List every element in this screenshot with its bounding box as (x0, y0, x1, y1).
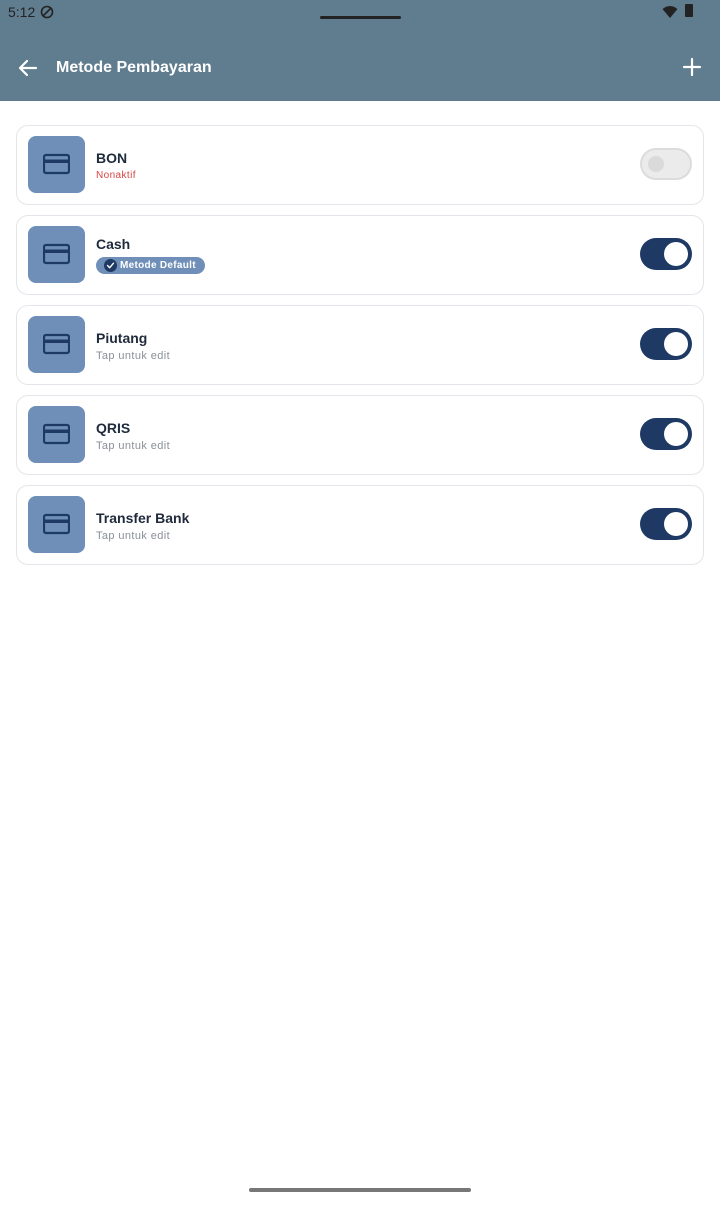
edit-hint: Tap untuk edit (96, 350, 171, 362)
enable-toggle[interactable] (640, 418, 692, 450)
do-not-disturb-icon (40, 5, 54, 19)
status-text: Nonaktif (96, 170, 136, 181)
credit-card-icon (28, 316, 85, 373)
enable-toggle[interactable] (640, 508, 692, 540)
credit-card-icon (28, 136, 85, 193)
payment-method-item[interactable]: Transfer Bank Tap untuk edit (16, 485, 704, 565)
payment-method-item[interactable]: Piutang Tap untuk edit (16, 305, 704, 385)
status-time: 5:12 (8, 4, 36, 20)
enable-toggle[interactable] (640, 148, 692, 180)
enable-toggle[interactable] (640, 238, 692, 270)
app-bar: Metode Pembayaran (0, 28, 720, 101)
payment-method-name: QRIS (96, 420, 131, 436)
home-indicator (249, 1188, 471, 1192)
wifi-icon (662, 6, 678, 18)
payment-method-item[interactable]: Cash Metode Default (16, 215, 704, 295)
credit-card-icon (28, 226, 85, 283)
status-bar: 5:12 (0, 0, 720, 28)
edit-hint: Tap untuk edit (96, 440, 171, 452)
default-badge: Metode Default (96, 257, 205, 274)
toggle-knob (648, 156, 664, 172)
payment-method-list: BON Nonaktif Cash Metode Default Piutang… (16, 125, 704, 575)
add-icon[interactable] (680, 55, 704, 79)
payment-method-name: Piutang (96, 330, 148, 346)
credit-card-icon (28, 406, 85, 463)
edit-hint: Tap untuk edit (96, 530, 171, 542)
back-arrow-icon[interactable] (14, 54, 42, 82)
toggle-knob (664, 422, 688, 446)
notch-bar (320, 16, 401, 19)
payment-method-item[interactable]: BON Nonaktif (16, 125, 704, 205)
payment-method-item[interactable]: QRIS Tap untuk edit (16, 395, 704, 475)
enable-toggle[interactable] (640, 328, 692, 360)
toggle-knob (664, 512, 688, 536)
toggle-knob (664, 332, 688, 356)
default-badge-label: Metode Default (120, 260, 196, 271)
payment-method-name: Cash (96, 236, 131, 252)
payment-method-name: Transfer Bank (96, 510, 190, 526)
credit-card-icon (28, 496, 85, 553)
payment-method-name: BON (96, 150, 128, 166)
page-title: Metode Pembayaran (56, 59, 212, 76)
toggle-knob (664, 242, 688, 266)
check-circle-icon (104, 259, 117, 272)
battery-icon (685, 4, 693, 17)
